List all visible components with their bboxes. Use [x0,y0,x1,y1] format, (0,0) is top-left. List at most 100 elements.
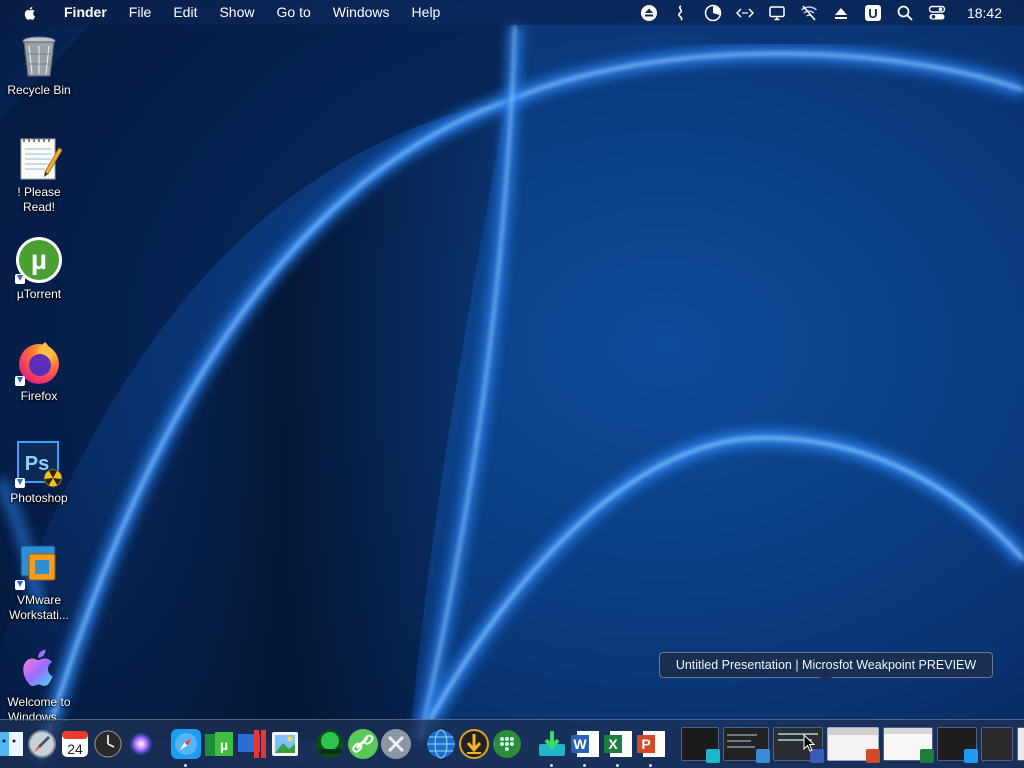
dock-collabnode[interactable] [314,728,346,760]
dock-utorrent-pack[interactable]: µ [203,728,235,760]
dock-window-thumb-8[interactable] [1017,727,1024,761]
excel-icon: X [603,731,632,757]
dock-window-thumb-4[interactable] [827,727,880,763]
tilde-icon[interactable] [672,4,690,22]
dock-link[interactable] [347,728,379,760]
desktop-icon-utorrent[interactable]: µ µTorrent [0,236,78,302]
dock-group-apps: µ [169,720,301,768]
utorrent-icon: µ [15,236,63,284]
tools-icon [380,729,411,759]
desktop-icon-please-read[interactable]: ! Please Read! [0,134,78,215]
wifi-off-icon[interactable] [800,4,818,22]
desktop-icon-recycle-bin[interactable]: Recycle Bin [0,32,78,98]
menu-help[interactable]: Help [401,0,452,25]
dock-safari[interactable] [170,728,202,767]
menu-windows[interactable]: Windows [322,0,401,25]
apple-logo-icon[interactable] [22,5,38,21]
dock-downloader[interactable] [458,728,490,760]
word-icon: W [570,731,599,757]
dock-excel[interactable]: X [602,728,634,767]
menu-show[interactable]: Show [208,0,265,25]
dock-powerpoint[interactable]: P [635,728,667,767]
menu-clock[interactable]: 18:42 [967,5,1002,21]
word-glyph: W [573,736,587,752]
search-icon[interactable] [896,4,914,22]
excel-badge-icon [920,749,934,763]
dock-window-thumb-7[interactable] [981,727,1013,761]
dock-clock[interactable] [92,728,124,760]
dock-utilities[interactable] [380,728,412,760]
desktop-label: VMware Workstati... [9,593,69,622]
menu-app-name[interactable]: Finder [53,0,118,25]
rocket-icon [27,730,56,758]
photoshop-glyph: Ps [25,453,49,475]
utorrent-box-icon: µ [204,732,233,756]
running-indicator [582,764,586,767]
desktop-icon-firefox[interactable]: Firefox [0,338,78,404]
desktop-icon-welcome[interactable]: Welcome to Windows ... [0,644,78,725]
dock-calendar[interactable]: 24 [59,728,91,760]
finder-icon [0,732,23,756]
safari-icon [170,729,201,759]
dock-window-thumb-3[interactable] [773,727,824,763]
dock-window-thumb-2[interactable] [723,727,770,763]
calendar-day: 24 [67,741,83,757]
globe-icon [426,729,455,759]
u-badge-icon[interactable]: U [864,4,882,22]
desktop-label: Recycle Bin [7,83,71,97]
shortcut-arrow-icon [15,478,25,488]
running-indicator [648,764,652,767]
link-icon [347,729,378,759]
desktop-icon-vmware[interactable]: VMware Workstati... [0,542,78,623]
running-indicator [615,764,619,767]
dock-downloads[interactable] [536,728,568,767]
siri-icon [128,732,153,756]
excel-glyph: X [608,736,618,752]
menu-bar: Finder File Edit Show Go to Windows Help [0,0,1024,25]
photoshop-icon: Ps [15,440,63,488]
u-badge-label: U [868,6,877,21]
dock-parallels[interactable] [236,728,268,760]
dock-word[interactable]: W [569,728,601,767]
control-center-icon[interactable] [928,4,946,22]
downloads-folder-icon [538,731,565,756]
eject-icon[interactable] [640,4,658,22]
running-indicator [183,764,187,767]
dock-window-thumb-6[interactable] [937,727,978,763]
dock-window-thumb-1[interactable] [681,727,720,763]
desktop-icon-photoshop[interactable]: Ps Photoshop [0,440,78,506]
powerpoint-badge-icon [866,749,880,763]
dock-launchpad[interactable] [26,728,58,760]
powerpoint-icon: P [636,731,665,757]
dock-network[interactable] [425,728,457,760]
recycle-bin-icon [15,32,63,80]
mouse-cursor-icon [803,734,815,752]
dock-finder[interactable] [0,728,25,760]
parallels-icon [237,730,266,758]
clock-pie-icon[interactable] [704,4,722,22]
dock-siri[interactable] [125,728,157,760]
dock-preview[interactable] [269,728,301,760]
utorrent-glyph: µ [31,244,47,275]
downloads-badge-icon [706,749,720,763]
shortcut-arrow-icon [15,376,25,386]
menu-bar-status: U 18:42 [633,0,1024,25]
notepad-icon [15,134,63,182]
firefox-icon [15,338,63,386]
menu-go-to[interactable]: Go to [266,0,322,25]
menu-file[interactable]: File [118,0,163,25]
download-arrow-icon [458,729,489,759]
upload-icon[interactable] [832,4,850,22]
app-badge-icon [756,749,770,763]
display-icon[interactable] [768,4,786,22]
desktop-label: µTorrent [16,287,62,301]
dock-group-tools [313,720,412,768]
dock-utorrent-glyph: µ [219,737,227,753]
dock-grid-app[interactable] [491,728,523,760]
clock-icon [94,730,121,758]
dock-window-thumb-5[interactable] [883,727,934,763]
menu-bar-left: Finder File Edit Show Go to Windows Help [0,0,451,25]
code-arrows-icon[interactable] [735,4,754,22]
menu-edit[interactable]: Edit [162,0,208,25]
green-globe-icon [315,730,344,758]
